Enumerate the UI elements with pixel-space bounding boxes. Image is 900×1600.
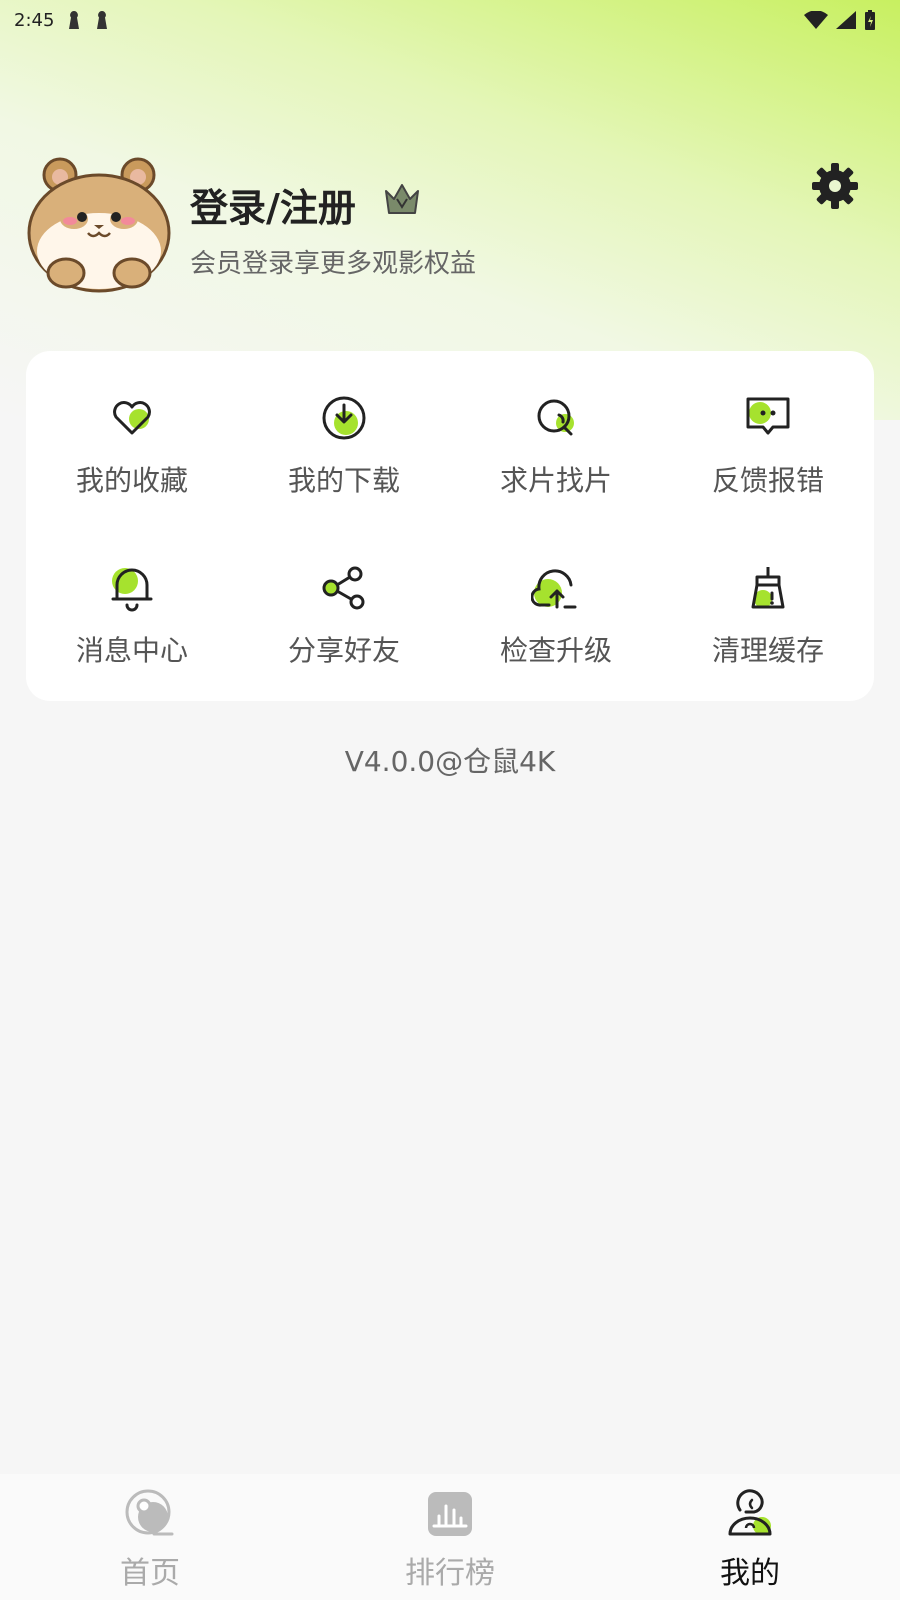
vip-crown-icon	[385, 184, 419, 214]
tab-label: 排行榜	[405, 1556, 495, 1591]
menu-label: 检查升级	[499, 634, 612, 667]
share-icon	[322, 566, 365, 610]
notification-icon	[69, 11, 80, 29]
home-icon	[125, 1489, 174, 1536]
notification-icon	[97, 11, 108, 29]
menu-card: 我的收藏 我的下载 求片找片 反馈报错 消息中心 分享好友 检查升级 清理缓存	[26, 351, 874, 701]
tab-label: 首页	[120, 1556, 180, 1591]
wifi-icon	[804, 11, 828, 29]
menu-item-check-update[interactable]: 检查升级	[450, 563, 662, 693]
menu-item-clear-cache[interactable]: 清理缓存	[662, 563, 874, 693]
search-icon	[537, 399, 574, 436]
menu-item-request-movie[interactable]: 求片找片	[450, 393, 662, 523]
heart-icon	[113, 401, 151, 435]
menu-item-feedback[interactable]: 反馈报错	[662, 393, 874, 523]
login-register-title[interactable]: 登录/注册	[190, 177, 356, 232]
profile-icon	[728, 1489, 772, 1536]
ranking-icon	[428, 1492, 472, 1536]
version-text: V4.0.0@仓鼠4K	[344, 745, 556, 778]
feedback-icon	[746, 397, 790, 435]
gear-icon[interactable]	[810, 161, 860, 211]
upgrade-icon	[531, 569, 577, 609]
status-time: 2:45	[14, 9, 55, 31]
battery-icon	[865, 10, 875, 30]
signal-icon	[836, 11, 856, 29]
tab-profile[interactable]: 我的	[600, 1474, 900, 1600]
profile-section[interactable]: 登录/注册 会员登录享更多观影权益	[26, 155, 876, 300]
status-bar: 2:45	[0, 0, 900, 40]
menu-item-downloads[interactable]: 我的下载	[238, 393, 450, 523]
menu-label: 清理缓存	[711, 634, 824, 667]
menu-label: 反馈报错	[711, 464, 824, 497]
menu-item-share[interactable]: 分享好友	[238, 563, 450, 693]
member-subtitle: 会员登录享更多观影权益	[190, 249, 477, 279]
tab-home[interactable]: 首页	[0, 1474, 300, 1600]
broom-icon	[751, 567, 785, 609]
tab-ranking[interactable]: 排行榜	[300, 1474, 600, 1600]
menu-label: 我的收藏	[75, 464, 188, 497]
menu-label: 分享好友	[287, 634, 400, 667]
tab-label: 我的	[720, 1556, 780, 1591]
menu-label: 我的下载	[287, 464, 400, 497]
menu-label: 求片找片	[499, 464, 612, 497]
menu-item-messages[interactable]: 消息中心	[26, 563, 238, 693]
menu-item-favorites[interactable]: 我的收藏	[26, 393, 238, 523]
menu-label: 消息中心	[75, 634, 188, 667]
bottom-tab-bar: 首页 排行榜 我的	[0, 1474, 900, 1600]
download-icon	[322, 396, 366, 440]
hamster-avatar[interactable]	[26, 155, 176, 295]
bell-icon	[111, 568, 153, 612]
